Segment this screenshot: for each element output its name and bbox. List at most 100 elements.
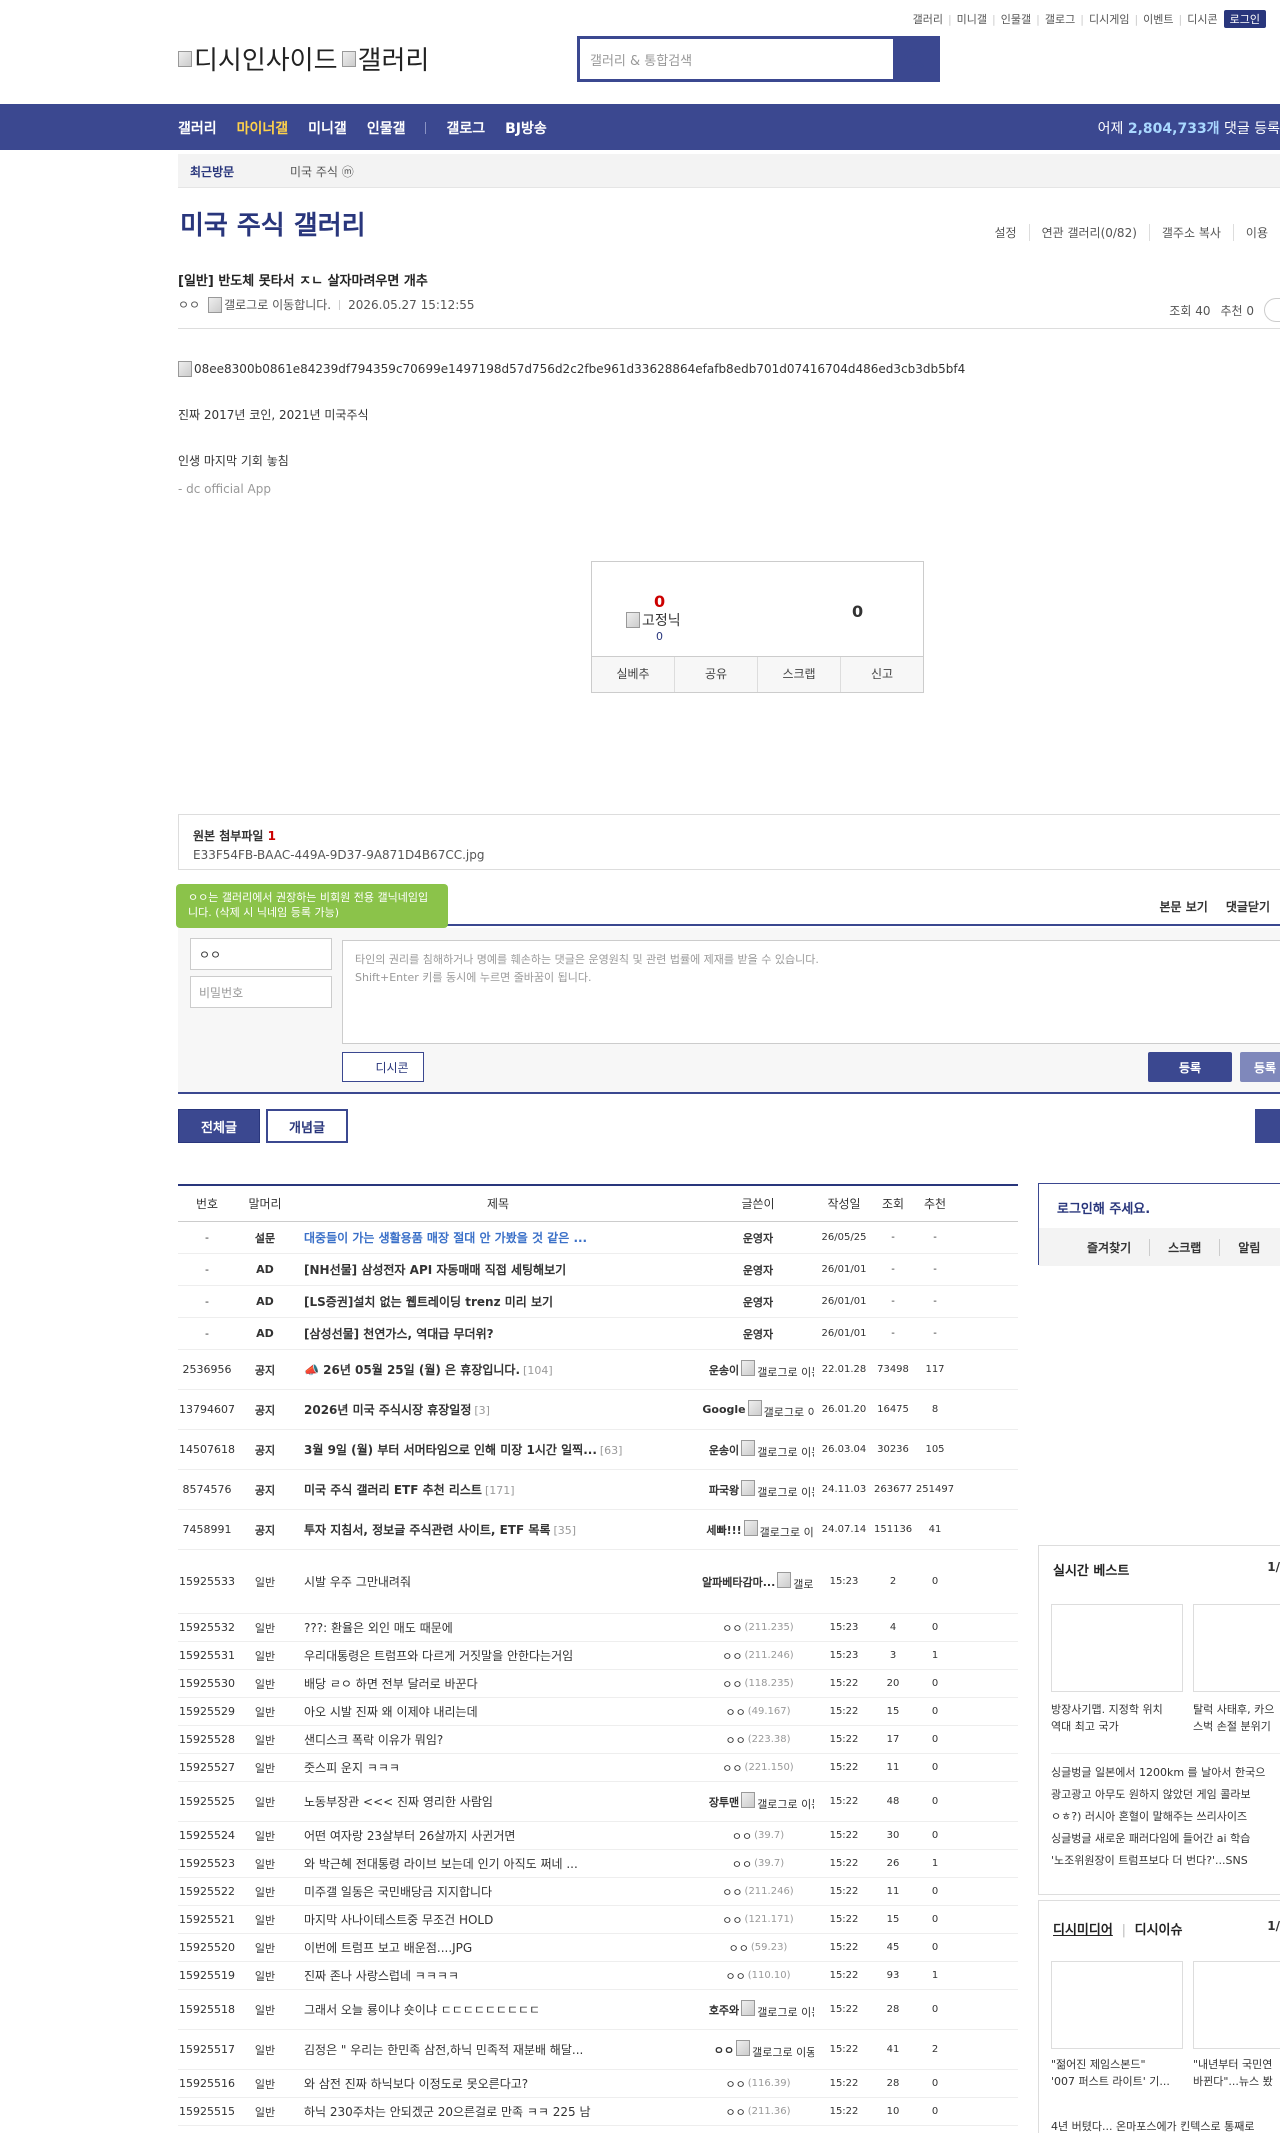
table-row[interactable]: 15925533 일반 시발 우주 그만내려줘 알파베타감마...갤로그로 이동합니다… (178, 1550, 1018, 1614)
tab-concept-posts[interactable]: 개념글 (266, 1109, 348, 1143)
comment-textarea[interactable]: 타인의 권리를 침해하거나 명예를 훼손하는 댓글은 운영원칙 및 관련 법률에… (342, 940, 1280, 1044)
table-row[interactable]: 15925524 일반 어떤 여자랑 23살부터 26살까지 사귄거면 ㅇㅇ (39.7… (178, 1822, 1018, 1850)
report-button[interactable]: 신고 (840, 657, 923, 692)
table-row[interactable]: 15925525 일반 노동부장관 <<< 진짜 영리한 사람임 장투맨갤로그로 이동… (178, 1782, 1018, 1822)
best-item[interactable]: 광고광고 아무도 원하지 않았던 게임 콜라보 (1051, 1784, 1280, 1806)
row-writer[interactable]: 운영자 (702, 1262, 814, 1278)
row-title-text[interactable]: ???: 환율은 외인 매도 때문에 (304, 1621, 453, 1635)
table-row[interactable]: - 설문 대중들이 가는 생활용품 매장 절대 안 가봤을 것 같은 ... 운영자 2… (178, 1222, 1018, 1254)
table-row[interactable]: 15925515 일반 하닉 230주차는 안되겠군 20으른걸로 만족 ㅋㅋ 22… (178, 2098, 1018, 2126)
row-title[interactable]: 어떤 여자랑 23살부터 26살까지 사귄거면 (294, 1827, 702, 1844)
row-writer[interactable]: 알파베타감마...갤로그로 이동합니다. (702, 1572, 814, 1592)
table-row[interactable]: 15925530 일반 배당 ㄹㅇ 하면 전부 달러로 바꾼다 ㅇㅇ (118.235)… (178, 1670, 1018, 1698)
row-title-text[interactable]: [NH선물] 삼성전자 API 자동매매 직접 세팅해보기 (304, 1263, 566, 1277)
best-caption-2[interactable]: 탈럭 사태후, 카으 스벅 손절 분위기 (1193, 1702, 1280, 1735)
row-writer[interactable]: ㅇㅇ (221.150) (702, 1760, 814, 1776)
best-item[interactable]: '노조위원장이 트럼프보다 더 번다?'...SNS (1051, 1850, 1280, 1872)
upvote-count[interactable]: 0 (654, 592, 665, 611)
media-thumb-2[interactable] (1193, 1961, 1280, 2049)
row-writer[interactable]: 파국왕갤로그로 이동합니다. (702, 1480, 814, 1500)
row-title-text[interactable]: [삼성선물] 천연가스, 역대급 무더위? (304, 1327, 494, 1341)
row-title-text[interactable]: 우리대통령은 트럼프와 다르게 거짓말을 안한다는거임 (304, 1649, 573, 1663)
gallog-icon[interactable]: 갤로그로 이동합니다. (741, 1360, 814, 1380)
row-comment-count[interactable]: [104] (523, 1364, 553, 1377)
row-title-text[interactable]: 그래서 오늘 룡이냐 숏이냐 ㄷㄷㄷㄷㄷㄷㄷㄷㄷ (304, 2003, 540, 2017)
row-writer-name[interactable]: Google (702, 1403, 745, 1416)
gallog-icon[interactable]: 갤로그로 이동합니다. (208, 296, 331, 313)
row-writer[interactable]: ㅇㅇ (211.235) (702, 1620, 814, 1636)
close-comments-button[interactable]: 댓글닫기 (1226, 898, 1270, 915)
row-title[interactable]: 📣 26년 05월 25일 (월) 은 휴장입니다. [104] (294, 1361, 702, 1378)
row-title[interactable]: 마지막 사나이테스트중 무조건 HOLD (294, 1911, 702, 1928)
row-writer[interactable]: ㅇㅇ갤로그로 이동합니다. (702, 2040, 814, 2060)
row-title-text[interactable]: 노동부장관 <<< 진짜 영리한 사람임 (304, 1795, 493, 1809)
row-writer-name[interactable]: ㅇㅇ (714, 2042, 734, 2058)
gnb-person[interactable]: 인물갤 (367, 118, 406, 138)
row-title-text[interactable]: 와 박근혜 전대통령 라이브 보는데 인기 아직도 쩌네 ... (304, 1857, 578, 1871)
row-title[interactable]: [LS증권]설치 없는 웹트레이딩 trenz 미리 보기 (294, 1293, 702, 1310)
row-title[interactable]: 우리대통령은 트럼프와 다르게 거짓말을 안한다는거임 (294, 1647, 702, 1664)
row-writer[interactable]: ㅇㅇ (211.246) (702, 1648, 814, 1664)
row-title[interactable]: 하닉 230주차는 안되겠군 20으른걸로 만족 ㅋㅋ 225 남 (294, 2103, 702, 2120)
row-title-text[interactable]: 김정은 " 우리는 한민족 삼전,하닉 민족적 재분배 해달... (304, 2043, 583, 2057)
row-title[interactable]: 배당 ㄹㅇ 하면 전부 달러로 바꾼다 (294, 1675, 702, 1692)
row-title-text[interactable]: 미국 주식 갤러리 ETF 추천 리스트 (304, 1483, 482, 1497)
row-writer[interactable]: ㅇㅇ (211.246) (702, 1884, 814, 1900)
row-writer[interactable]: 운영자 (702, 1230, 814, 1246)
best-thumb-2[interactable] (1193, 1604, 1280, 1692)
row-title[interactable]: 줏스피 운지 ㅋㅋㅋ (294, 1759, 702, 1776)
row-writer-name[interactable]: ㅇㅇ (725, 2104, 745, 2120)
gallery-copy-url[interactable]: 갤주소 복사 (1148, 224, 1233, 241)
row-writer[interactable]: 운영자 (702, 1294, 814, 1310)
best-thumb-1[interactable] (1051, 1604, 1183, 1692)
row-title[interactable]: 진짜 존나 사랑스럽네 ㅋㅋㅋㅋ (294, 1967, 702, 1984)
row-title[interactable]: 시발 우주 그만내려줘 (294, 1573, 702, 1590)
recent-visit-item[interactable]: 미국 주식 ⓜ (290, 163, 354, 180)
media-caption-2[interactable]: "내년부터 국민연 바뀐다"...뉴스 봤 (1193, 2057, 1280, 2090)
row-writer-name[interactable]: ㅇㅇ (732, 1856, 752, 1872)
login-prompt[interactable]: 로그인해 주세요. (1057, 1198, 1150, 1217)
gallery-use[interactable]: 이용 (1232, 224, 1280, 241)
gallog-icon[interactable]: 갤로그로 이동합니다. (736, 2040, 814, 2060)
tab-dcissue[interactable]: 디시이슈 (1135, 1923, 1183, 1938)
downvote-count[interactable]: 0 (852, 602, 863, 621)
row-title[interactable]: 와 박근혜 전대통령 라이브 보는데 인기 아직도 쩌네 ... (294, 1855, 702, 1872)
comment-circle-icon[interactable] (1264, 298, 1280, 322)
site-logo[interactable]: 디시인사이드 갤러리 (178, 40, 429, 77)
share-button[interactable]: 공유 (674, 657, 757, 692)
row-writer[interactable]: ㅇㅇ (116.39) (702, 2076, 814, 2092)
row-writer-name[interactable]: ㅇㅇ (729, 1940, 749, 1956)
comment-submit-button[interactable]: 등록 (1148, 1052, 1232, 1082)
row-title[interactable]: 투자 지침서, 정보글 주식관련 사이트, ETF 목록 [35] (294, 1521, 702, 1538)
table-row[interactable]: 2536956 공지 📣 26년 05월 25일 (월) 은 휴장입니다. [104]… (178, 1350, 1018, 1390)
top-link[interactable]: 갤러리 (913, 11, 943, 27)
table-row[interactable]: - AD [LS증권]설치 없는 웹트레이딩 trenz 미리 보기 운영자 26/01… (178, 1286, 1018, 1318)
row-title[interactable]: 와 삼전 진짜 하닉보다 이정도로 못오른다고? (294, 2075, 702, 2092)
row-comment-count[interactable]: [3] (474, 1404, 490, 1417)
gnb-mini[interactable]: 미니갤 (308, 118, 347, 138)
row-writer[interactable]: ㅇㅇ (211.36) (702, 2104, 814, 2120)
scrap-link[interactable]: 스크랩 (1149, 1238, 1219, 1256)
row-writer-name[interactable]: ㅇㅇ (722, 1676, 742, 1692)
row-comment-count[interactable]: [171] (485, 1484, 515, 1497)
tab-dcmedia[interactable]: 디시미디어 (1053, 1923, 1113, 1938)
row-title-text[interactable]: 하닉 230주차는 안되겠군 20으른걸로 만족 ㅋㅋ 225 남 (304, 2105, 591, 2119)
table-row[interactable]: 15925521 일반 마지막 사나이테스트중 무조건 HOLD ㅇㅇ (121.171… (178, 1906, 1018, 1934)
best-item[interactable]: 싱글벙글 새로운 패러다임에 들어간 ai 학습 (1051, 1828, 1280, 1850)
row-writer[interactable]: Google갤로그로 이동합니다. (702, 1400, 814, 1420)
table-row[interactable]: 15925520 일반 이번에 트럼프 보고 배운점....JPG ㅇㅇ (59.23)… (178, 1934, 1018, 1962)
row-writer-name[interactable]: ㅇㅇ (722, 1620, 742, 1636)
row-writer-name[interactable]: 운송이 (709, 1362, 739, 1378)
row-writer[interactable]: 운송이갤로그로 이동합니다. (702, 1440, 814, 1460)
search-input[interactable]: 갤러리 & 통합검색 (580, 39, 893, 79)
row-title-text[interactable]: 미주갤 일동은 국민배당금 지지합니다 (304, 1885, 492, 1899)
row-writer[interactable]: ㅇㅇ (49.167) (702, 1704, 814, 1720)
row-title[interactable]: 이번에 트럼프 보고 배운점....JPG (294, 1939, 702, 1956)
row-writer[interactable]: 세빠!!!갤로그로 이동합니다. (702, 1520, 814, 1540)
best-item[interactable]: 싱글벙글 일본에서 1200km 를 날아서 한국으 (1051, 1762, 1280, 1784)
alarm-link[interactable]: 알림 (1219, 1238, 1278, 1256)
row-title-text[interactable]: 아오 시발 진짜 왜 이제야 내리는데 (304, 1705, 478, 1719)
row-title-text[interactable]: 어떤 여자랑 23살부터 26살까지 사귄거면 (304, 1829, 515, 1843)
row-title[interactable]: 미국 주식 갤러리 ETF 추천 리스트 [171] (294, 1481, 702, 1498)
row-title-text[interactable]: 시발 우주 그만내려줘 (304, 1575, 411, 1589)
